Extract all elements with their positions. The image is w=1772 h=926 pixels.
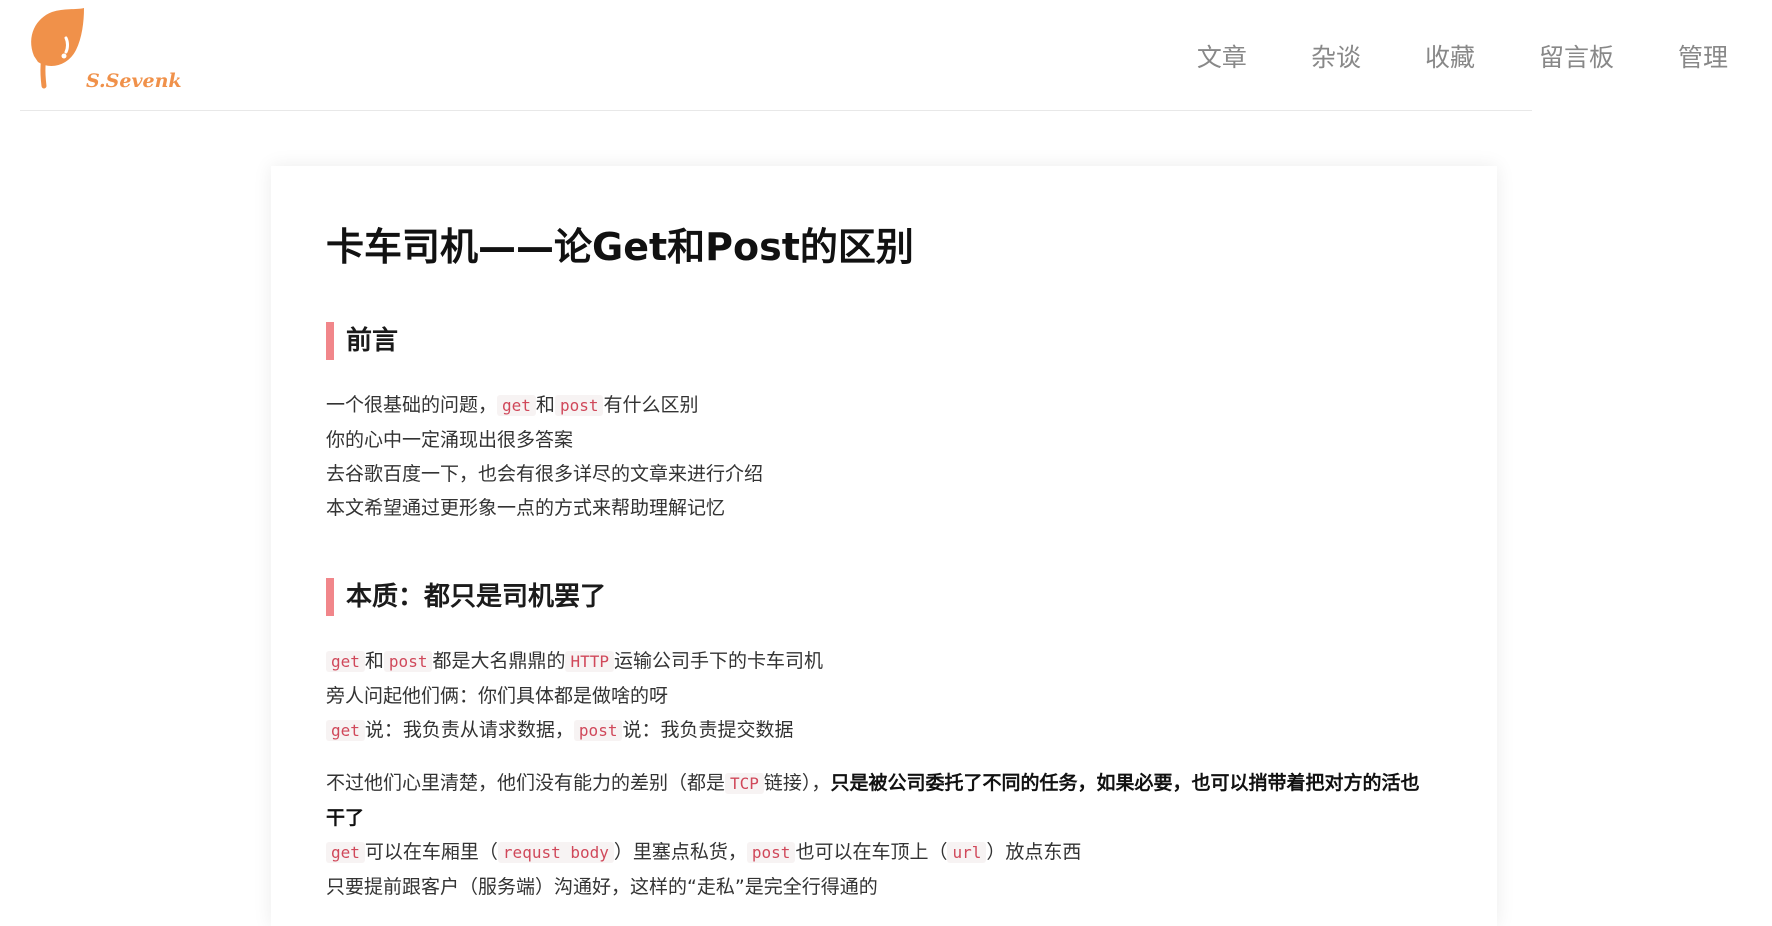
inline-code: get	[326, 842, 365, 863]
nav-guestbook[interactable]: 留言板	[1539, 38, 1614, 74]
text-span: ）里塞点私货，	[613, 841, 747, 863]
nav-articles[interactable]: 文章	[1197, 38, 1247, 74]
inline-code: post	[554, 395, 604, 416]
text-line: 干了	[326, 801, 1456, 835]
text-span: 有什么区别	[603, 394, 699, 416]
header-divider	[20, 110, 1532, 111]
site-logo[interactable]: S.Sevenk	[26, 8, 186, 94]
text-line: get 和 post 都是大名鼎鼎的 HTTP 运输公司手下的卡车司机	[326, 644, 1456, 679]
bold-text: 干了	[326, 807, 365, 829]
inline-code: get	[326, 651, 365, 672]
text-span: ）放点东西	[986, 841, 1082, 863]
article-title: 卡车司机——论Get和Post的区别	[326, 225, 914, 269]
text-span: 说：我负责提交数据	[622, 719, 794, 741]
text-span: 链接），	[763, 772, 831, 794]
text-line: 旁人问起他们俩：你们具体都是做啥的呀	[326, 685, 669, 707]
leaf-icon	[31, 8, 84, 89]
essence-paragraph-2: 不过他们心里清楚，他们没有能力的差别（都是 TCP 链接），只是被公司委托了不同的任…	[326, 766, 1456, 904]
inline-code: get	[497, 395, 536, 416]
brand-name: S.Sevenk	[86, 70, 182, 92]
text-line: 不过他们心里清楚，他们没有能力的差别（都是 TCP 链接），只是被公司委托了不同的任…	[326, 766, 1456, 801]
bold-text: 只是被公司委托了不同的任务，如果必要，也可以捎带着把对方的活也	[830, 772, 1420, 794]
inline-code: TCP	[725, 773, 764, 794]
text-span: 运输公司手下的卡车司机	[614, 650, 824, 672]
section-heading-essence: 本质：都只是司机罢了	[326, 578, 606, 616]
text-line: get 说：我负责从请求数据， post 说：我负责提交数据	[326, 713, 1456, 748]
main-nav: 文章 杂谈 收藏 留言板 管理	[1133, 38, 1728, 74]
text-span: 不过他们心里清楚，他们没有能力的差别（都是	[326, 772, 726, 794]
text-span: 也可以在车顶上（	[795, 841, 948, 863]
inline-code: get	[326, 720, 365, 741]
nav-favorites[interactable]: 收藏	[1425, 38, 1475, 74]
text-line: get 可以在车厢里（ requst body ）里塞点私货， post 也可以在车顶上（…	[326, 835, 1456, 870]
text-span: 可以在车厢里（	[364, 841, 498, 863]
nav-chat[interactable]: 杂谈	[1311, 38, 1361, 74]
inline-code: post	[746, 842, 796, 863]
text-span: 一个很基础的问题，	[326, 394, 498, 416]
inline-code: HTTP	[565, 651, 614, 672]
text-line: 你的心中一定涌现出很多答案	[326, 429, 574, 451]
top-bar: S.Sevenk 文章 杂谈 收藏 留言板 管理	[0, 0, 1772, 110]
inline-code: requst body	[497, 842, 614, 863]
text-span: 说：我负责从请求数据，	[364, 719, 574, 741]
text-span: 和	[364, 650, 384, 672]
article-card: 卡车司机——论Get和Post的区别 前言 一个很基础的问题， get 和 post 有…	[271, 166, 1497, 926]
preface-paragraph: 一个很基础的问题， get 和 post 有什么区别 你的心中一定涌现出很多答案 去谷歌…	[326, 388, 1456, 525]
text-line: 只要提前跟客户（服务端）沟通好，这样的“走私”是完全行得通的	[326, 876, 878, 898]
inline-code: url	[947, 842, 987, 863]
text-line: 去谷歌百度一下，也会有很多详尽的文章来进行介绍	[326, 463, 764, 485]
text-span: 都是大名鼎鼎的	[432, 650, 566, 672]
text-span: 和	[535, 394, 555, 416]
inline-code: post	[383, 651, 433, 672]
text-line: 本文希望通过更形象一点的方式来帮助理解记忆	[326, 497, 726, 519]
nav-admin[interactable]: 管理	[1678, 38, 1728, 74]
inline-code: post	[573, 720, 623, 741]
section-heading-preface: 前言	[326, 322, 398, 360]
essence-paragraph-1: get 和 post 都是大名鼎鼎的 HTTP 运输公司手下的卡车司机 旁人问起他们俩：你…	[326, 644, 1456, 748]
text-line: 一个很基础的问题， get 和 post 有什么区别	[326, 388, 1456, 423]
